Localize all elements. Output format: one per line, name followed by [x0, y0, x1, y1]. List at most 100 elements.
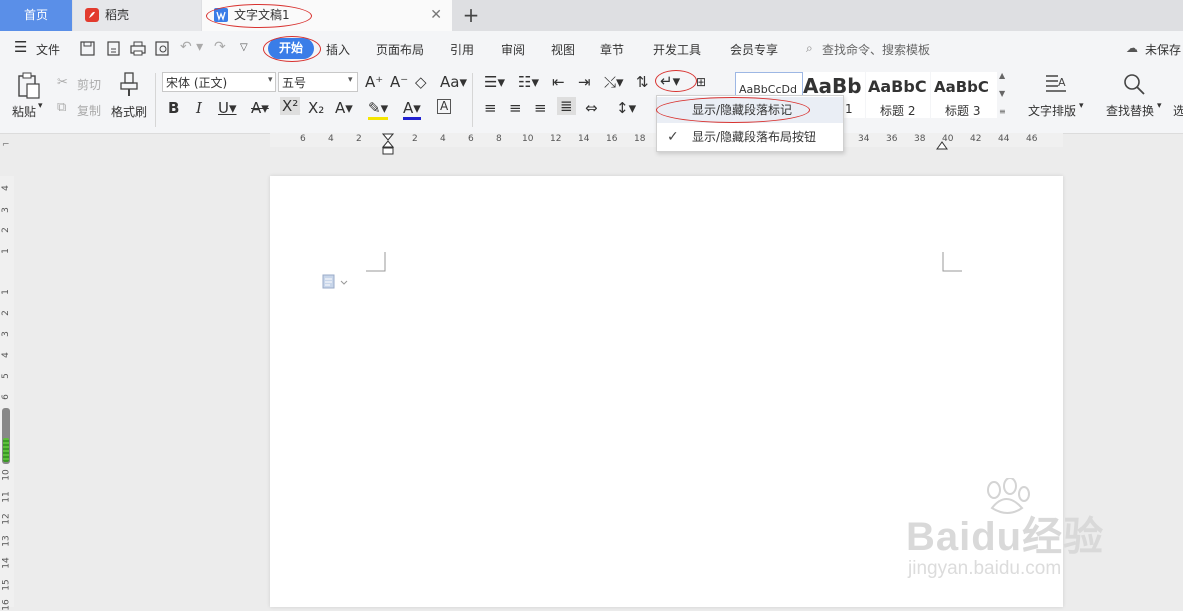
format-painter-icon[interactable]: [118, 72, 140, 98]
paste-button[interactable]: 粘贴: [12, 103, 36, 120]
align-right-icon[interactable]: ≡: [534, 99, 547, 117]
baidu-watermark: Baidu经验 jingyan.baidu.com: [900, 478, 1160, 588]
sort-icon[interactable]: ⇅: [636, 73, 649, 91]
undo-icon[interactable]: ↶ ▾: [180, 39, 203, 55]
search-icon[interactable]: ⌕: [806, 41, 813, 56]
ruler-number: 14: [1, 557, 12, 569]
style-scroll-up-icon[interactable]: ▲: [999, 71, 1005, 80]
clear-format-icon[interactable]: ◇: [415, 73, 427, 91]
annotation-ellipse-paragraph-mark: [655, 70, 697, 92]
format-painter-button[interactable]: 格式刷: [111, 103, 147, 120]
style-heading-2[interactable]: AaBbC 标题 2: [866, 72, 930, 118]
tab-member[interactable]: 会员专享: [730, 41, 778, 58]
scroll-handle[interactable]: [2, 408, 10, 464]
strikethrough-icon[interactable]: A▾: [251, 99, 269, 117]
tab-home[interactable]: 首页: [0, 0, 72, 31]
style-label: 标题 2: [880, 104, 916, 118]
cut-button[interactable]: 剪切: [77, 76, 101, 93]
style-sample: AaBbC: [934, 78, 989, 96]
svg-text:A: A: [1058, 76, 1066, 89]
paragraph-layout-icon[interactable]: [322, 274, 350, 290]
align-center-icon[interactable]: ≡: [509, 99, 522, 117]
hamburger-icon[interactable]: ☰: [14, 38, 27, 56]
line-spacing-icon[interactable]: ↕▾: [616, 99, 636, 117]
ruler-number: 3: [0, 331, 11, 337]
ruler-number: 3: [0, 207, 11, 213]
italic-icon[interactable]: I: [196, 99, 202, 117]
ruler-number: 8: [496, 134, 502, 144]
numbered-list-icon[interactable]: ☷▾: [518, 73, 539, 91]
ruler-number: 14: [578, 134, 590, 144]
tab-insert[interactable]: 插入: [326, 41, 350, 58]
bullet-list-icon[interactable]: ☰▾: [484, 73, 505, 91]
ruler-number: 42: [970, 134, 982, 144]
tab-developer[interactable]: 开发工具: [653, 41, 701, 58]
chevron-down-icon: ▾: [348, 75, 353, 85]
tab-references[interactable]: 引用: [450, 41, 474, 58]
increase-indent-icon[interactable]: ⇥: [578, 73, 591, 91]
unsaved-status[interactable]: 未保存: [1145, 41, 1181, 58]
underline-icon[interactable]: U▾: [218, 99, 237, 117]
style-heading-3[interactable]: AaBbC 标题 3: [931, 72, 997, 118]
ruler-number: 1: [0, 289, 11, 295]
style-more-icon[interactable]: ≡: [999, 107, 1006, 116]
decrease-font-icon[interactable]: A⁻: [390, 73, 408, 91]
text-layout-icon[interactable]: A: [1044, 73, 1068, 95]
cloud-icon: ☁: [1126, 41, 1138, 55]
ruler-number: 16: [1, 599, 12, 611]
table-tools-icon[interactable]: ⊞: [696, 73, 706, 91]
redo-icon[interactable]: ↷: [214, 39, 226, 55]
font-name-select[interactable]: 宋体 (正文): [162, 72, 276, 92]
tab-daoke[interactable]: 稻壳: [73, 0, 201, 31]
add-tab-button[interactable]: +: [460, 0, 482, 31]
text-layout-button[interactable]: 文字排版: [1028, 102, 1076, 119]
highlight-icon[interactable]: ✎▾: [368, 99, 389, 120]
right-indent-marker-icon[interactable]: [936, 140, 948, 150]
find-replace-button[interactable]: 查找替换: [1106, 102, 1154, 119]
align-left-icon[interactable]: ≡: [484, 99, 497, 117]
font-color-icon[interactable]: A▾: [403, 99, 421, 120]
decrease-indent-icon[interactable]: ⇤: [552, 73, 565, 91]
superscript-icon[interactable]: X²: [280, 97, 301, 115]
print-icon[interactable]: [130, 41, 146, 56]
ruler-number: 6: [300, 134, 306, 144]
distribute-icon[interactable]: ⇔: [585, 99, 598, 117]
paste-icon[interactable]: [17, 72, 41, 100]
copy-button[interactable]: 复制: [77, 102, 101, 119]
paste-dropdown-icon[interactable]: ▾: [38, 101, 43, 111]
chevron-down-icon: ▾: [268, 75, 273, 85]
watermark-url: jingyan.baidu.com: [908, 558, 1062, 579]
text-effect-icon[interactable]: A▾: [335, 99, 353, 117]
ruler-number: 46: [1026, 134, 1038, 144]
divider: [155, 73, 156, 127]
subscript-icon[interactable]: X₂: [308, 99, 324, 117]
daoke-logo-icon: [85, 8, 99, 22]
tab-page-layout[interactable]: 页面布局: [376, 41, 424, 58]
export-pdf-icon[interactable]: [106, 41, 121, 56]
char-border-icon[interactable]: A: [437, 99, 452, 114]
ruler-number: 13: [1, 535, 12, 547]
tab-review[interactable]: 审阅: [501, 41, 525, 58]
increase-font-icon[interactable]: A⁺: [365, 73, 383, 91]
quick-access-dropdown-icon[interactable]: ▽: [240, 42, 248, 53]
chinese-layout-icon[interactable]: ⤯▾: [604, 73, 624, 91]
command-search-input[interactable]: 查找命令、搜索模板: [822, 41, 930, 58]
menu-item-show-hide-layout-button[interactable]: ✓ 显示/隐藏段落布局按钮: [657, 124, 843, 150]
save-icon[interactable]: [80, 41, 95, 56]
bold-icon[interactable]: B: [168, 99, 179, 117]
print-preview-icon[interactable]: [155, 41, 170, 56]
select-button[interactable]: 选: [1173, 102, 1183, 119]
search-icon[interactable]: [1122, 72, 1146, 96]
justify-icon[interactable]: ≣: [557, 97, 576, 115]
ruler-number: 4: [0, 352, 11, 358]
chevron-down-icon: ▾: [1157, 101, 1162, 111]
tab-section[interactable]: 章节: [600, 41, 624, 58]
style-scroll-down-icon[interactable]: ▼: [999, 89, 1005, 98]
close-icon[interactable]: ✕: [430, 0, 442, 31]
change-case-icon[interactable]: Aa▾: [440, 73, 467, 91]
menu-file[interactable]: 文件: [36, 41, 60, 58]
style-label: 标题 3: [945, 104, 981, 118]
font-size-select[interactable]: 五号: [278, 72, 358, 92]
indent-marker-icon[interactable]: [382, 133, 394, 155]
tab-view[interactable]: 视图: [551, 41, 575, 58]
